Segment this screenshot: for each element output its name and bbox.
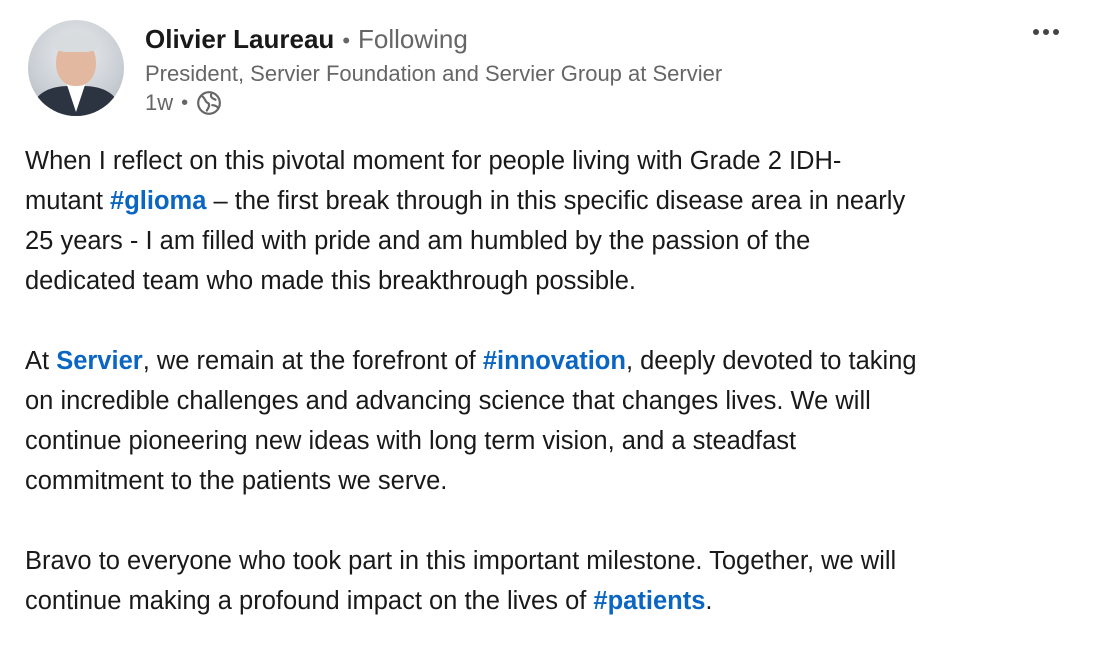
avatar-hair <box>54 32 98 52</box>
post-time[interactable]: 1w <box>145 90 173 116</box>
text-line: continue pioneering new ideas with long … <box>25 427 797 455</box>
text-line: mutant #glioma – the first break through… <box>25 181 1070 221</box>
text-line: dedicated team who made this breakthroug… <box>25 267 636 295</box>
avatar[interactable] <box>28 20 124 116</box>
text-segment: . <box>705 587 713 615</box>
hashtag-patients[interactable]: #patients <box>593 587 705 615</box>
paragraph: When I reflect on this pivotal moment fo… <box>25 141 1070 301</box>
text-segment: – the first break through in this specif… <box>206 187 906 215</box>
hashtag-innovation[interactable]: #innovation <box>483 347 626 375</box>
more-options-button[interactable] <box>1028 18 1064 46</box>
meta-separator: • <box>181 91 189 114</box>
author-name[interactable]: Olivier Laureau <box>145 24 334 55</box>
text-line: continue making a profound impact on the… <box>25 581 1070 621</box>
text-segment: , we remain at the forefront of <box>142 347 483 375</box>
paragraph: Bravo to everyone who took part in this … <box>25 541 1070 621</box>
text-line: When I reflect on this pivotal moment fo… <box>25 147 842 175</box>
hashtag-glioma[interactable]: #glioma <box>110 187 206 215</box>
more-dot-icon <box>1043 29 1049 35</box>
text-line: on incredible challenges and advancing s… <box>25 387 871 415</box>
linkedin-post: Olivier Laureau • Following President, S… <box>0 0 1094 636</box>
post-meta: 1w • <box>145 90 222 116</box>
follow-status: Following <box>358 24 468 54</box>
text-segment: At <box>25 347 57 375</box>
text-line: commitment to the patients we serve. <box>25 467 448 495</box>
name-separator: • <box>342 28 351 53</box>
author-row: Olivier Laureau • Following <box>145 24 468 55</box>
author-headline: President, Servier Foundation and Servie… <box>145 61 723 86</box>
paragraph: At Servier, we remain at the forefront o… <box>25 341 1070 501</box>
mention-servier[interactable]: Servier <box>56 347 143 375</box>
more-dot-icon <box>1033 29 1039 35</box>
globe-icon <box>196 90 222 116</box>
text-segment: , deeply devoted to taking <box>625 347 917 375</box>
text-line: At Servier, we remain at the forefront o… <box>25 341 1070 381</box>
text-segment: continue making a profound impact on the… <box>25 587 594 615</box>
more-dot-icon <box>1053 29 1059 35</box>
post-body: When I reflect on this pivotal moment fo… <box>25 141 1070 661</box>
text-line: Bravo to everyone who took part in this … <box>25 547 897 575</box>
text-segment: mutant <box>25 187 111 215</box>
text-line: 25 years - I am filled with pride and am… <box>25 227 811 255</box>
